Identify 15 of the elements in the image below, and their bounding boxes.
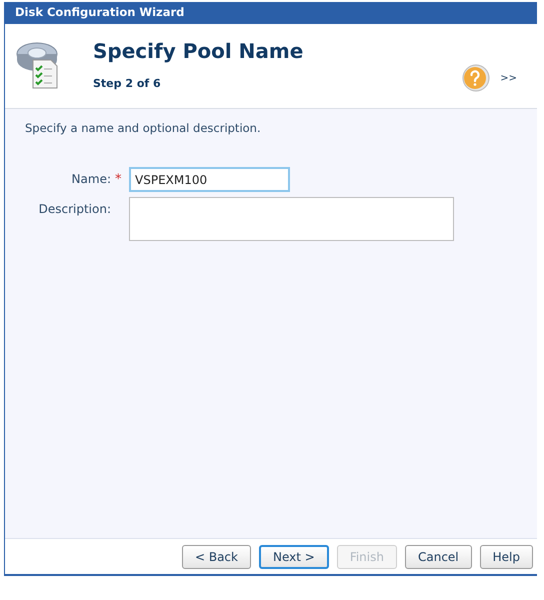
window-title: Disk Configuration Wizard xyxy=(15,4,184,22)
required-mark: * xyxy=(115,170,122,188)
page-title: Specify Pool Name xyxy=(93,38,304,64)
field-label: Name: xyxy=(72,171,111,188)
step-indicator: Step 2 of 6 xyxy=(93,76,162,92)
wizard-button[interactable]: Help xyxy=(480,544,533,568)
wizard-button[interactable]: < Back xyxy=(182,544,251,568)
wizard-button[interactable]: Cancel xyxy=(404,544,472,568)
expand-link[interactable]: >> xyxy=(500,70,517,86)
instruction-text: Specify a name and optional description. xyxy=(25,120,261,137)
wizard-button[interactable]: Next > xyxy=(258,544,329,568)
field-label: Description: xyxy=(38,201,111,218)
description-field[interactable] xyxy=(129,197,454,242)
name-field[interactable]: VSPEXM100 xyxy=(129,167,290,192)
help-icon[interactable] xyxy=(462,64,490,92)
